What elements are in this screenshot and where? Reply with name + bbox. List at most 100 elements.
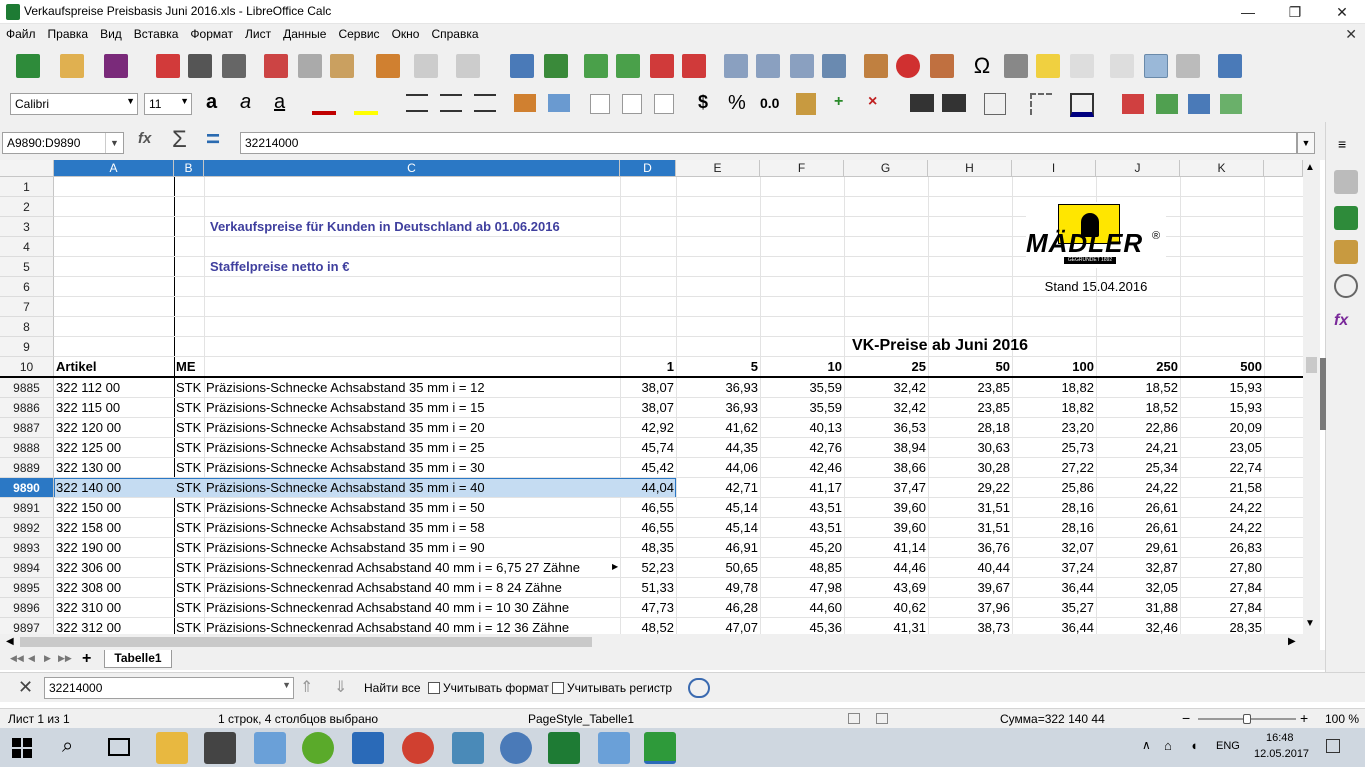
price-cell[interactable]: 22,86 bbox=[1096, 418, 1180, 438]
undo-icon[interactable] bbox=[414, 54, 438, 78]
autofilter-icon[interactable] bbox=[822, 54, 846, 78]
row-header[interactable]: 9887 bbox=[0, 418, 54, 438]
comment-icon[interactable] bbox=[1036, 54, 1060, 78]
price-cell[interactable]: 48,35 bbox=[620, 538, 676, 558]
formula-icon[interactable]: = bbox=[206, 126, 220, 154]
align-middle-icon[interactable] bbox=[622, 94, 642, 114]
article-cell[interactable]: 322 306 00 bbox=[54, 558, 174, 578]
description-cell[interactable]: Präzisions-Schneckenrad Achsabstand 40 m… bbox=[204, 618, 618, 634]
price-cell[interactable]: 38,66 bbox=[844, 458, 928, 478]
price-cell[interactable]: 35,27 bbox=[1012, 598, 1096, 618]
new-document-icon[interactable] bbox=[16, 54, 40, 78]
font-name-box[interactable]: Calibri ▼ bbox=[10, 93, 138, 115]
formula-input[interactable]: 32214000 bbox=[240, 132, 1297, 154]
show-draw-functions-icon[interactable] bbox=[1218, 54, 1242, 78]
price-cell[interactable]: 47,73 bbox=[620, 598, 676, 618]
description-cell[interactable]: Präzisions-Schnecke Achsabstand 35 mm i … bbox=[204, 398, 618, 418]
color-scale-icon[interactable] bbox=[1156, 94, 1178, 114]
utorrent-icon[interactable] bbox=[302, 732, 334, 764]
unit-cell[interactable]: STK bbox=[174, 558, 204, 578]
description-cell[interactable]: Präzisions-Schnecke Achsabstand 35 mm i … bbox=[204, 458, 618, 478]
price-cell[interactable]: 38,07 bbox=[620, 378, 676, 398]
price-cell[interactable]: 15,93 bbox=[1180, 378, 1264, 398]
match-case-checkbox[interactable]: Учитывать регистр bbox=[552, 681, 672, 695]
copy-icon[interactable] bbox=[298, 54, 322, 78]
article-cell[interactable]: 322 120 00 bbox=[54, 418, 174, 438]
align-top-icon[interactable] bbox=[590, 94, 610, 114]
next-sheet-icon[interactable]: ▶ bbox=[44, 653, 51, 664]
price-cell[interactable]: 41,31 bbox=[844, 618, 928, 634]
menu-view[interactable]: Вид bbox=[94, 24, 128, 46]
notifications-icon[interactable] bbox=[1326, 739, 1340, 753]
menu-insert[interactable]: Вставка bbox=[128, 24, 185, 46]
cut-icon[interactable] bbox=[264, 54, 288, 78]
zoom-slider[interactable] bbox=[1198, 714, 1296, 724]
price-cell[interactable]: 47,98 bbox=[760, 578, 844, 598]
unit-cell[interactable]: STK bbox=[174, 478, 204, 498]
pivot-table-icon[interactable] bbox=[930, 54, 954, 78]
price-cell[interactable]: 49,78 bbox=[676, 578, 760, 598]
increase-indent-icon[interactable] bbox=[910, 94, 934, 112]
price-cell[interactable]: 35,59 bbox=[760, 398, 844, 418]
network-tool-icon[interactable] bbox=[452, 732, 484, 764]
description-cell[interactable]: Präzisions-Schnecke Achsabstand 35 mm i … bbox=[204, 518, 618, 538]
find-input[interactable]: 32214000 ▼ bbox=[44, 677, 294, 699]
price-cell[interactable]: 45,42 bbox=[620, 458, 676, 478]
price-cell[interactable]: 47,07 bbox=[676, 618, 760, 634]
clone-formatting-icon[interactable] bbox=[376, 54, 400, 78]
price-cell[interactable]: 28,16 bbox=[1012, 518, 1096, 538]
row-header[interactable]: 10 bbox=[0, 357, 54, 377]
description-cell[interactable]: Präzisions-Schnecke Achsabstand 35 mm i … bbox=[204, 418, 618, 438]
delete-column-icon[interactable] bbox=[682, 54, 706, 78]
price-cell[interactable]: 30,63 bbox=[928, 438, 1012, 458]
chrome-icon[interactable] bbox=[402, 732, 434, 764]
find-all-button[interactable]: Найти все bbox=[364, 681, 421, 695]
row-header[interactable]: 9893 bbox=[0, 538, 54, 558]
price-cell[interactable]: 39,67 bbox=[928, 578, 1012, 598]
italic-icon[interactable]: a bbox=[240, 91, 251, 114]
functions-icon[interactable]: fx bbox=[1334, 312, 1358, 336]
price-cell[interactable]: 51,33 bbox=[620, 578, 676, 598]
price-cell[interactable]: 32,42 bbox=[844, 398, 928, 418]
name-box[interactable]: A9890:D9890 ▼ bbox=[2, 132, 124, 154]
add-decimal-icon[interactable]: + bbox=[834, 93, 858, 115]
currency-format-icon[interactable]: $ bbox=[698, 92, 708, 113]
price-cell[interactable]: 44,46 bbox=[844, 558, 928, 578]
number-format-icon[interactable]: 0.0 bbox=[760, 95, 779, 111]
tray-chevron-icon[interactable]: ∧ bbox=[1142, 738, 1151, 752]
excel-icon[interactable] bbox=[548, 732, 580, 764]
price-cell[interactable]: 42,92 bbox=[620, 418, 676, 438]
unit-cell[interactable]: STK bbox=[174, 578, 204, 598]
row-header[interactable]: 7 bbox=[0, 297, 54, 317]
price-cell[interactable]: 24,22 bbox=[1180, 518, 1264, 538]
calculator-icon[interactable] bbox=[204, 732, 236, 764]
price-cell[interactable]: 42,76 bbox=[760, 438, 844, 458]
row-header[interactable]: 9886 bbox=[0, 398, 54, 418]
price-cell[interactable]: 37,96 bbox=[928, 598, 1012, 618]
close-document-icon[interactable]: ✕ bbox=[1345, 26, 1357, 43]
print-preview-icon[interactable] bbox=[222, 54, 246, 78]
price-cell[interactable]: 22,74 bbox=[1180, 458, 1264, 478]
scroll-right-icon[interactable]: ▶ bbox=[1288, 636, 1296, 647]
libreoffice-calc-task-icon[interactable] bbox=[644, 732, 676, 764]
article-cell[interactable]: 322 312 00 bbox=[54, 618, 174, 634]
border-style-icon[interactable] bbox=[1030, 93, 1052, 115]
gallery-icon[interactable] bbox=[1334, 240, 1358, 264]
checkbox-box[interactable] bbox=[552, 682, 564, 694]
article-cell[interactable]: 322 190 00 bbox=[54, 538, 174, 558]
price-cell[interactable]: 44,60 bbox=[760, 598, 844, 618]
search-icon[interactable]: ⌕ bbox=[62, 735, 73, 758]
description-cell[interactable]: Präzisions-Schnecke Achsabstand 35 mm i … bbox=[204, 438, 618, 458]
price-cell[interactable]: 23,85 bbox=[928, 378, 1012, 398]
borders-icon[interactable] bbox=[984, 93, 1006, 115]
clock-date[interactable]: 12.05.2017 bbox=[1254, 748, 1309, 760]
select-all-corner[interactable] bbox=[0, 160, 54, 177]
menu-edit[interactable]: Правка bbox=[42, 24, 95, 46]
task-view-icon[interactable] bbox=[108, 738, 130, 756]
price-cell[interactable]: 44,35 bbox=[676, 438, 760, 458]
price-cell[interactable]: 36,93 bbox=[676, 378, 760, 398]
price-cell[interactable]: 31,88 bbox=[1096, 598, 1180, 618]
special-character-icon[interactable]: Ω bbox=[970, 54, 994, 78]
insert-row-icon[interactable] bbox=[584, 54, 608, 78]
price-cell[interactable]: 36,53 bbox=[844, 418, 928, 438]
